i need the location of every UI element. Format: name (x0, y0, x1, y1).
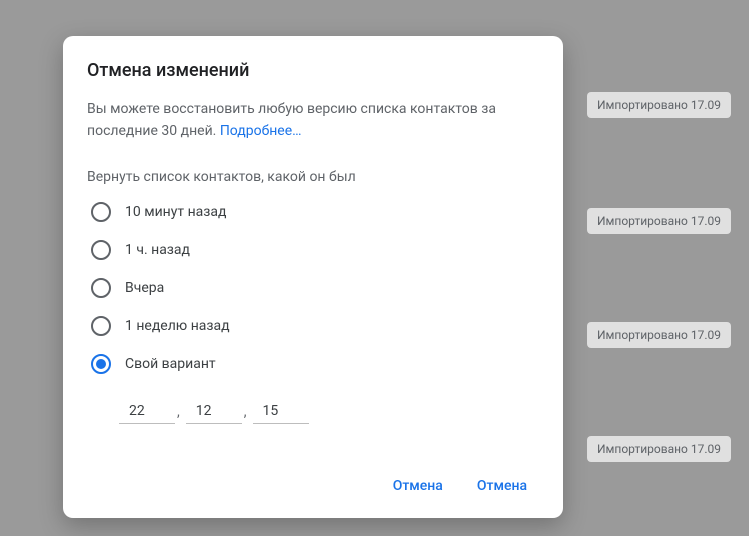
radio-icon (91, 202, 111, 222)
radio-label: Вчера (125, 280, 164, 296)
radio-label: 1 неделю назад (125, 318, 230, 334)
restore-section-label: Вернуть список контактов, какой он был (87, 169, 539, 185)
radio-label: 1 ч. назад (125, 242, 190, 258)
radio-yesterday[interactable]: Вчера (87, 269, 539, 307)
radio-custom[interactable]: Свой вариант (87, 345, 539, 383)
modal-overlay: Отмена изменений Вы можете восстановить … (0, 0, 749, 536)
custom-time-inputs: , , (87, 383, 539, 432)
custom-input-3[interactable] (253, 397, 309, 424)
dialog-title: Отмена изменений (87, 60, 539, 81)
radio-label: Свой вариант (125, 356, 216, 372)
cancel-button[interactable]: Отмена (381, 470, 455, 502)
radio-icon (91, 240, 111, 260)
radio-1-hour[interactable]: 1 ч. назад (87, 231, 539, 269)
radio-label: 10 минут назад (125, 204, 226, 220)
dialog-description: Вы можете восстановить любую версию спис… (87, 99, 539, 142)
restore-radio-group: 10 минут назад 1 ч. назад Вчера 1 неделю… (87, 193, 539, 383)
radio-icon (91, 316, 111, 336)
undo-changes-dialog: Отмена изменений Вы можете восстановить … (63, 36, 563, 517)
custom-input-1[interactable] (119, 397, 175, 424)
separator: , (175, 404, 186, 424)
radio-1-week[interactable]: 1 неделю назад (87, 307, 539, 345)
radio-icon (91, 278, 111, 298)
separator: , (242, 404, 253, 424)
dialog-actions: Отмена Отмена (87, 470, 539, 502)
custom-input-2[interactable] (186, 397, 242, 424)
confirm-button[interactable]: Отмена (465, 470, 539, 502)
radio-icon (91, 354, 111, 374)
radio-10-min[interactable]: 10 минут назад (87, 193, 539, 231)
learn-more-link[interactable]: Подробнее… (220, 123, 302, 139)
